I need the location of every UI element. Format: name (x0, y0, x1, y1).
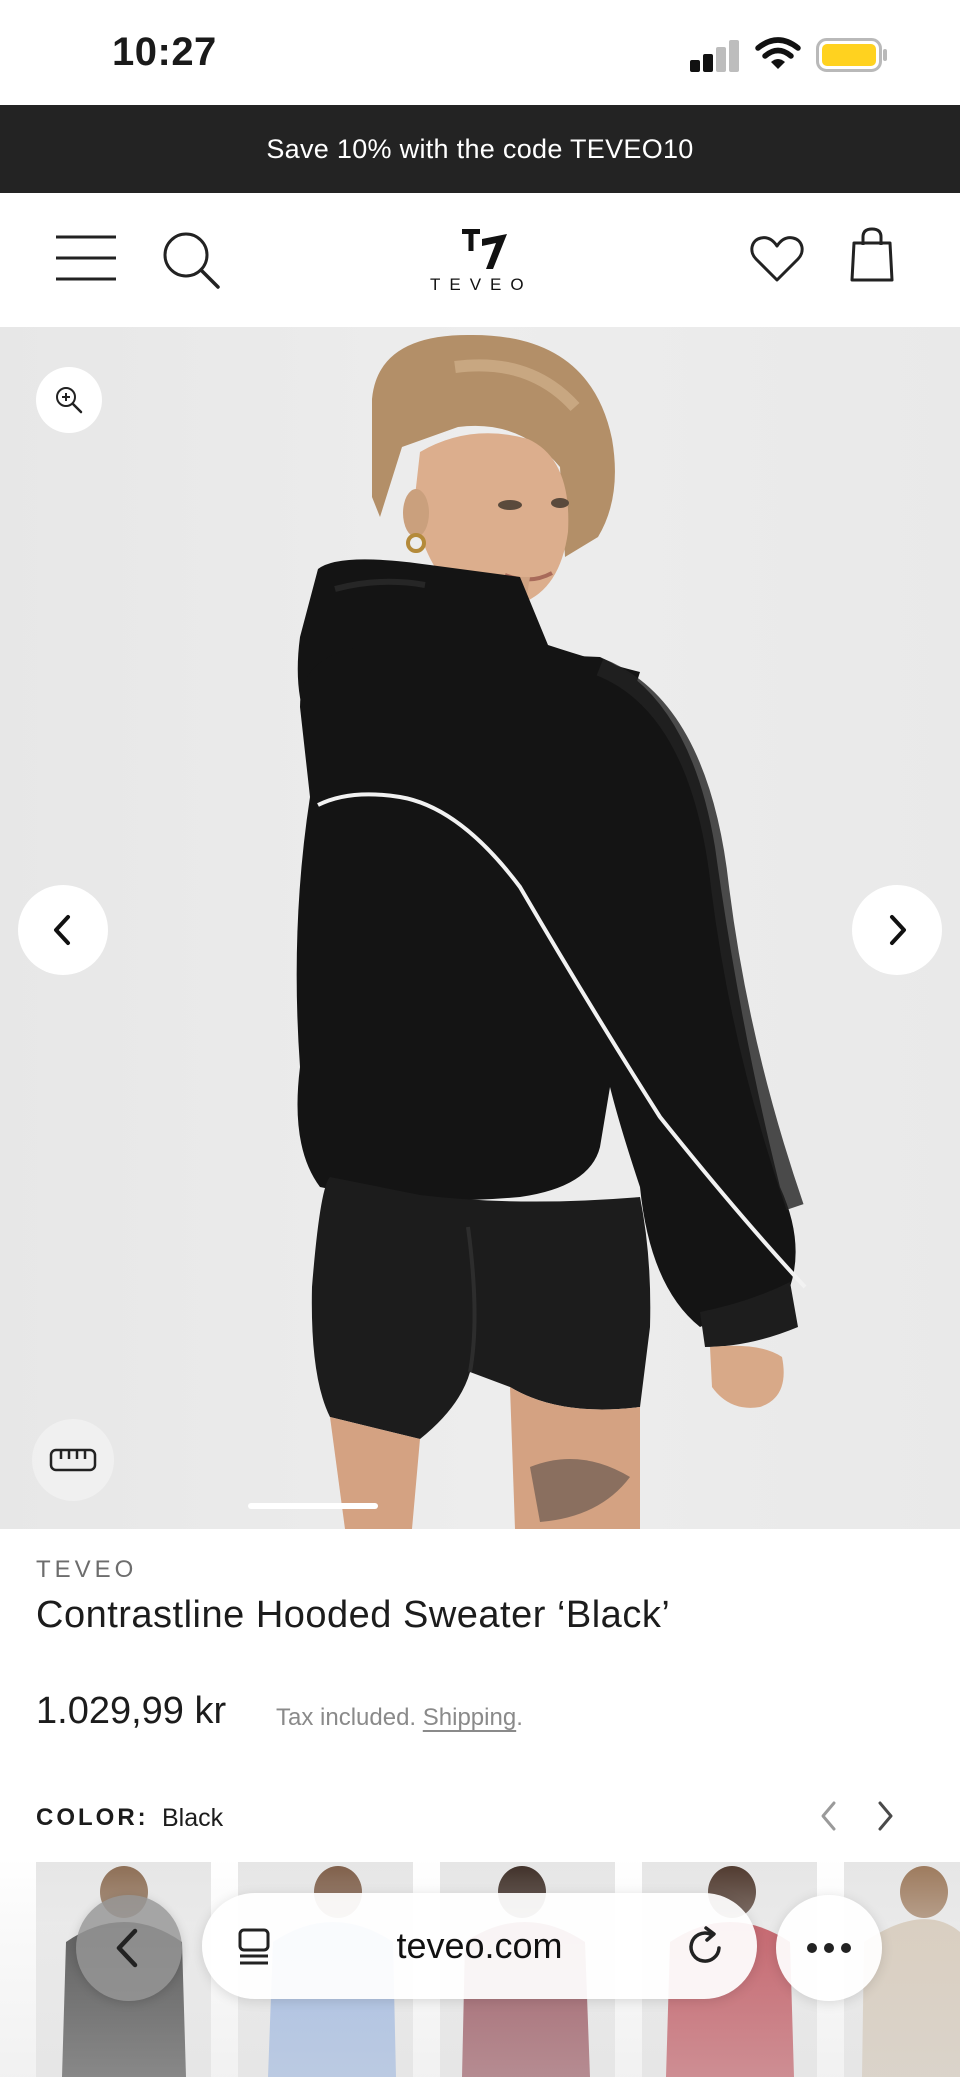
ruler-icon (49, 1448, 97, 1472)
menu-icon[interactable] (54, 233, 118, 283)
more-icon (807, 1943, 851, 1953)
site-logo[interactable]: TEVEO (430, 229, 530, 299)
search-icon[interactable] (162, 231, 222, 291)
product-title: Contrastline Hooded Sweater ‘Black’ (36, 1594, 671, 1636)
zoom-button[interactable] (36, 367, 102, 433)
chevron-right-icon (890, 915, 906, 945)
swatch-prev-icon[interactable] (816, 1798, 842, 1834)
promo-text: Save 10% with the code TEVEO10 (266, 133, 694, 164)
shipping-link[interactable]: Shipping (423, 1704, 516, 1731)
reload-icon[interactable] (686, 1926, 726, 1966)
color-value: Black (162, 1804, 224, 1832)
wifi-icon (755, 37, 801, 69)
product-brand[interactable]: TEVEO (36, 1556, 137, 1584)
signal-icon (690, 40, 740, 72)
heart-icon[interactable] (750, 235, 804, 283)
tax-note: Tax included. Shipping. (276, 1704, 523, 1732)
product-price: 1.029,99 kr (36, 1690, 227, 1732)
carousel-prev-button[interactable] (18, 885, 108, 975)
product-photo (296, 334, 807, 1529)
product-image-carousel[interactable] (0, 327, 960, 1529)
swatch-next-icon[interactable] (872, 1798, 898, 1834)
logo-mark (462, 229, 507, 269)
color-label: COLOR: (36, 1804, 149, 1831)
carousel-next-button[interactable] (852, 885, 942, 975)
carousel-progress-indicator (248, 1503, 378, 1509)
chevron-left-icon (116, 1928, 138, 1968)
chevron-left-icon (54, 915, 70, 945)
browser-back-button[interactable] (76, 1895, 182, 2001)
logo-wordmark: TEVEO (430, 275, 533, 294)
bag-icon[interactable] (848, 227, 896, 283)
url-text: teveo.com (396, 1925, 563, 1966)
promo-banner[interactable]: Save 10% with the code TEVEO10 (0, 105, 960, 193)
site-header: TEVEO (0, 193, 960, 327)
tax-note-text: Tax included. (276, 1704, 417, 1731)
size-guide-button[interactable] (32, 1419, 114, 1501)
battery-icon (816, 38, 887, 72)
zoom-icon (56, 387, 83, 414)
browser-more-button[interactable] (776, 1895, 882, 2001)
address-bar[interactable]: teveo.com (202, 1893, 757, 1999)
status-bar: 10:27 (0, 0, 960, 105)
status-time: 10:27 (112, 30, 217, 74)
tax-note-end: . (516, 1704, 523, 1731)
